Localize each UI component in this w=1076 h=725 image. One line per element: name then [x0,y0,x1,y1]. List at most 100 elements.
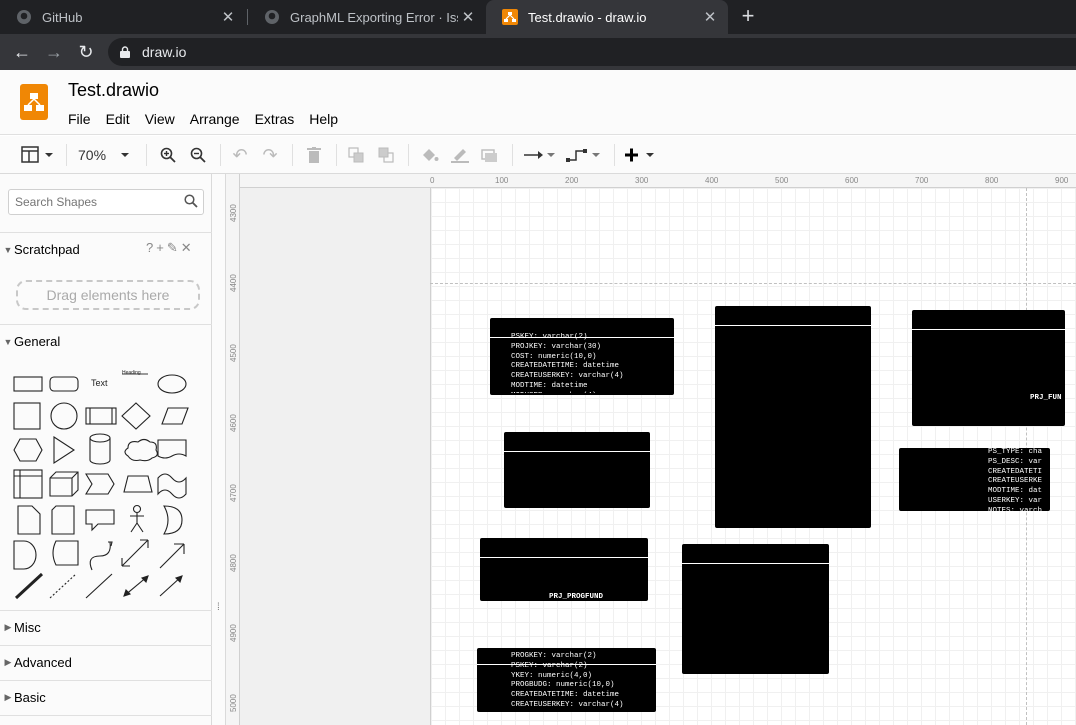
table-shape[interactable] [682,544,829,674]
page-break-guide [430,283,1076,284]
table-shape[interactable]: PROGKEY: varchar(2) PSKEY: varchar(2) YK… [477,648,656,712]
ruler-label: 4400 [229,274,238,292]
menu-file[interactable]: File [68,111,91,127]
address-bar: ← → ↻ draw.io [0,34,1076,70]
ruler-label: 300 [635,176,649,185]
drawio-logo-icon [20,84,48,120]
text-shape-label[interactable]: Text [91,378,108,388]
grip-icon: ⁞ [217,602,220,613]
menu-view[interactable]: View [145,111,175,127]
tab-strip: GitHub ✕ GraphML Exporting Error · Issue… [0,0,1076,34]
table-shape[interactable]: PS_TYPE: cha PS_DESC: var CREATEDATETI C… [899,448,1050,511]
table-shape[interactable] [504,432,650,508]
scratchpad-label: Scratchpad [14,242,80,257]
more-header [0,715,212,725]
close-tab-icon[interactable]: ✕ [700,8,720,26]
table-rows: PROGKEY: varchar(2) PSKEY: varchar(2) YK… [511,652,624,709]
tab-title: GraphML Exporting Error · Issue # [290,9,458,25]
close-tab-icon[interactable]: ✕ [458,8,478,26]
zoom-select[interactable]: 70% [78,145,136,165]
sidebar-splitter[interactable]: ⁞ [212,174,226,725]
table-name: PRJ_PROGFUND [549,593,604,601]
ruler-label: 400 [705,176,719,185]
table-shape[interactable]: PRJ_FUN [912,310,1065,426]
ruler-label: 900 [1055,176,1069,185]
ruler-label: 4900 [229,624,238,642]
line-color-icon[interactable] [450,145,470,165]
close-icon[interactable]: ✕ [181,240,192,256]
menu-arrange[interactable]: Arrange [190,111,240,127]
to-back-icon[interactable] [376,145,396,165]
back-arrow-icon[interactable]: ← [10,40,34,64]
scratchpad-drop-zone[interactable]: Drag elements here [16,280,200,310]
new-tab-button[interactable]: + [736,4,760,28]
table-shape[interactable]: PSKEY: varchar(2) PROJKEY: varchar(30) C… [490,318,674,395]
shapes-sidebar: ▼ Scratchpad ? + ✎ ✕ Drag elements here … [0,174,212,725]
view-panels-button[interactable] [20,145,56,165]
tab-github[interactable]: GitHub ✕ [0,0,246,34]
ruler-label: 4300 [229,204,238,222]
search-shapes-input[interactable] [8,189,204,215]
delete-icon[interactable] [304,145,324,165]
ruler-label: 4500 [229,344,238,362]
zoom-out-icon[interactable] [188,145,208,165]
ruler-label: 4700 [229,484,238,502]
misc-label: Misc [14,620,41,635]
ruler-label: 700 [915,176,929,185]
fill-color-icon[interactable] [420,145,440,165]
close-tab-icon[interactable]: ✕ [218,8,238,26]
menu-extras[interactable]: Extras [255,111,295,127]
vertical-ruler [226,174,240,725]
tab-drawio[interactable]: Test.drawio - draw.io ✕ [486,0,728,34]
to-front-icon[interactable] [346,145,366,165]
general-header[interactable]: ▼ General [0,324,212,358]
app-header: Test.drawio File Edit View Arrange Extra… [0,70,1076,135]
advanced-header[interactable]: ▶ Advanced [0,645,212,679]
zoom-in-icon[interactable] [158,145,178,165]
menu-bar: File Edit View Arrange Extras Help [68,111,353,127]
horizontal-ruler [240,174,1076,188]
browser-window: GitHub ✕ GraphML Exporting Error · Issue… [0,0,1076,725]
tab-graphml-issue[interactable]: GraphML Exporting Error · Issue # ✕ [248,0,486,34]
edit-icon[interactable]: ✎ [167,240,178,256]
tab-title: GitHub [42,9,83,25]
canvas-background [240,174,430,725]
table-shape[interactable]: PRJ_PROGFUND [480,538,648,601]
shadow-icon[interactable] [480,145,500,165]
table-shape[interactable] [715,306,871,528]
reload-icon[interactable]: ↻ [74,40,98,64]
insert-button[interactable] [624,145,658,165]
menu-edit[interactable]: Edit [106,111,130,127]
ruler-label: 100 [495,176,509,185]
ruler-label: 0 [430,176,435,185]
ruler-label: 5000 [229,694,238,712]
table-rows: PS_TYPE: cha PS_DESC: var CREATEDATETI C… [988,448,1043,511]
search-icon[interactable] [184,194,198,208]
connection-style-button[interactable] [522,145,556,165]
ruler-label: 4800 [229,554,238,572]
chevron-down-icon [121,153,130,157]
caret-right-icon: ▶ [4,692,12,702]
heading-shape-label[interactable]: Heading [122,370,141,376]
url-text: draw.io [142,44,187,60]
help-icon[interactable]: ? [146,240,153,256]
github-icon [16,9,32,25]
general-label: General [14,334,61,349]
menu-help[interactable]: Help [309,111,338,127]
basic-header[interactable]: ▶ Basic [0,680,212,714]
forward-arrow-icon[interactable]: → [42,40,66,64]
ruler-label: 200 [565,176,579,185]
add-icon[interactable]: + [156,240,164,256]
general-shapes-palette: Text Heading [10,370,206,602]
basic-label: Basic [14,690,46,705]
misc-header[interactable]: ▶ Misc [0,610,212,644]
undo-icon[interactable]: ↶ [230,145,250,165]
document-title[interactable]: Test.drawio [68,80,159,101]
redo-icon[interactable]: ↷ [260,145,280,165]
ruler-label: 4600 [229,414,238,432]
table-name: PRJ_FUN [1030,394,1062,402]
ruler-label: 500 [775,176,789,185]
shape-icons[interactable] [10,370,206,602]
waypoints-button[interactable] [566,145,602,165]
url-field[interactable]: draw.io [108,38,1076,66]
